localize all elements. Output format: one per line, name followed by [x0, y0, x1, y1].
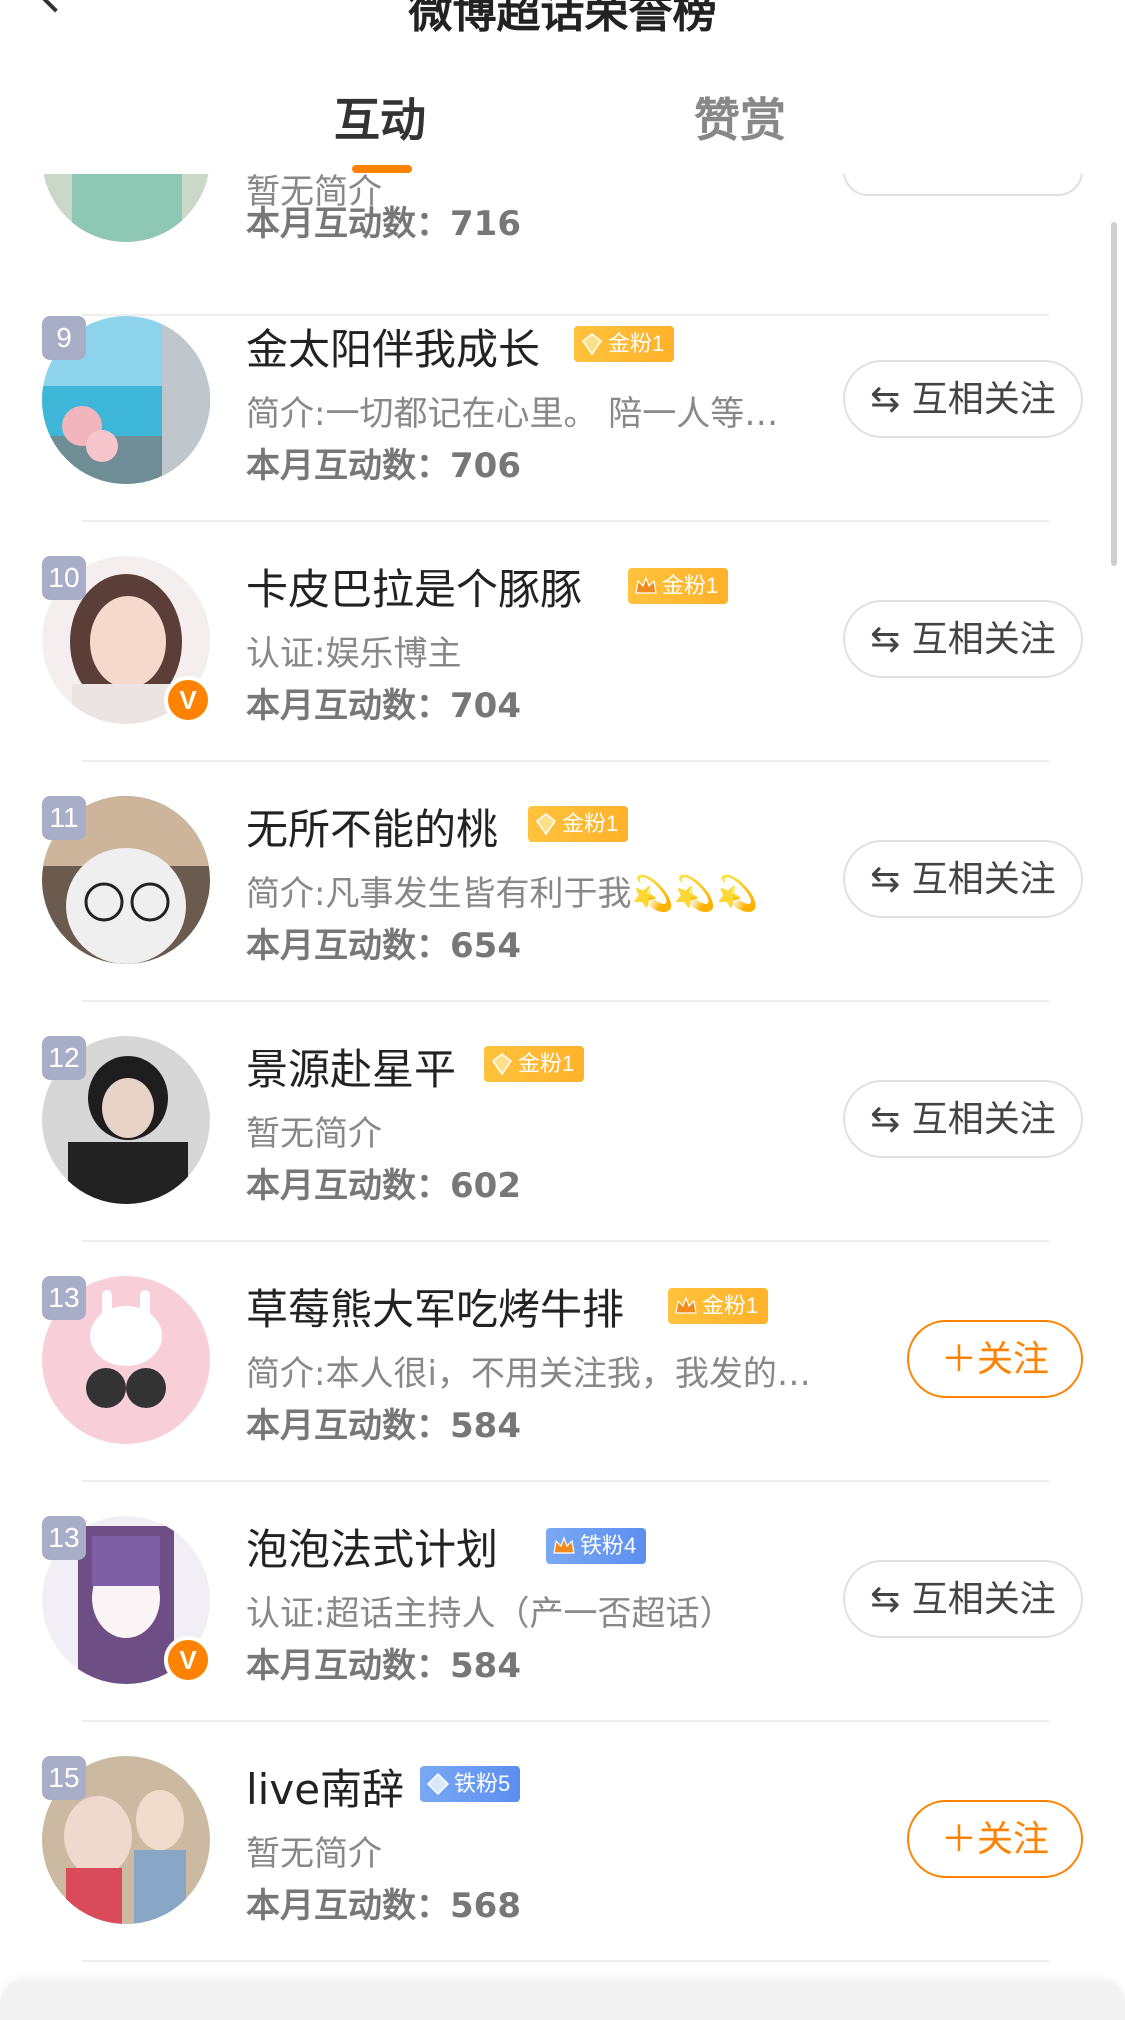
user-name[interactable]: 金太阳伴我成长 [246, 316, 540, 377]
user-bio: 简介:本人很i，不用关注我，我发的… [246, 1354, 811, 1394]
crown-icon [635, 576, 657, 594]
gold-fan-icon [581, 333, 603, 356]
interaction-count: 本月互动数：704 [246, 686, 521, 726]
fan-level-badge: 铁粉5 [420, 1766, 521, 1802]
list-item[interactable]: 11 无所不能的桃 金粉1 简介:凡事发生皆有利于我💫💫💫 本月互动数：654 … [0, 762, 1125, 1002]
fan-level-badge: 金粉1 [528, 806, 629, 842]
follow-button[interactable]: ＋关注 [907, 1800, 1083, 1878]
mutual-follow-button[interactable]: ⇆ 互相关注 [843, 1560, 1083, 1638]
interaction-count: 本月互动数：654 [246, 926, 521, 966]
rank-badge: 9 [42, 316, 86, 360]
verified-icon: V [164, 676, 212, 724]
user-name[interactable]: 草莓熊大军吃烤牛排 [246, 1276, 624, 1337]
user-name[interactable]: 卡皮巴拉是个豚豚 [246, 556, 582, 617]
interaction-count: 本月互动数：706 [246, 446, 521, 486]
divider [82, 1960, 1049, 1962]
rank-badge: 13 [42, 1276, 86, 1320]
rank-badge: 12 [42, 1036, 86, 1080]
mutual-follow-button[interactable]: ⇆ 互相关注 [843, 600, 1083, 678]
user-bio: 简介:一切都记在心里。 陪一人等… [246, 394, 779, 434]
verified-icon: V [164, 1636, 212, 1684]
mutual-follow-button[interactable]: ⇆ 互相关注 [843, 840, 1083, 918]
fan-level-badge: 金粉1 [628, 568, 729, 604]
fan-level-badge: 金粉1 [574, 326, 675, 362]
rank-badge: 11 [42, 796, 86, 840]
fan-level-badge: 金粉1 [484, 1046, 585, 1082]
gold-fan-icon [535, 813, 557, 836]
mutual-follow-button[interactable]: ⇆ 互相关注 [843, 1080, 1083, 1158]
mutual-follow-button[interactable]: ⇆ 互相关注 [843, 360, 1083, 438]
rank-badge: 10 [42, 556, 86, 600]
interaction-count: 本月互动数：584 [246, 1646, 521, 1686]
list-item[interactable]: 9 金太阳伴我成长 金粉1 简介:一切都记在心里。 陪一人等… 本月互动数：70… [0, 282, 1125, 522]
scrollbar[interactable] [1111, 222, 1117, 566]
list-item[interactable]: 12 景源赴星平 金粉1 暂无简介 本月互动数：602 ⇆ 互相关注 [0, 1002, 1125, 1242]
interaction-count: 本月互动数：584 [246, 1406, 521, 1446]
user-bio: 认证:超话主持人（产一否超话） [246, 1594, 734, 1634]
user-name[interactable]: live南辞 [246, 1756, 404, 1817]
list-item[interactable]: 15 live南辞 铁粉5 暂无简介 本月互动数：568 ＋关注 [0, 1722, 1125, 1962]
interaction-count: 本月互动数：716 [246, 204, 521, 244]
bottom-sheet-edge [0, 1980, 1125, 2020]
user-bio: 暂无简介 [246, 1834, 382, 1874]
follow-button[interactable]: ＋关注 [907, 1320, 1083, 1398]
diamond-icon [426, 1772, 450, 1796]
rank-badge: 15 [42, 1756, 86, 1800]
interaction-count: 本月互动数：602 [246, 1166, 521, 1206]
active-tab-indicator [352, 165, 412, 173]
ranking-list: 暂无简介 本月互动数：716 9 金太阳伴我成长 金粉1 简介:一切都记在心里。… [0, 0, 1125, 2000]
user-bio: 简介:凡事发生皆有利于我💫💫💫 [246, 874, 759, 914]
gold-fan-icon [491, 1053, 513, 1076]
tab-bar: 互动 赞赏 [0, 44, 1125, 174]
crown-icon [675, 1296, 697, 1314]
tab-interaction[interactable]: 互动 [334, 84, 426, 150]
rank-badge: 13 [42, 1516, 86, 1560]
top-bar: 微博超话荣誉榜 [0, 0, 1125, 45]
fan-level-badge: 金粉1 [668, 1288, 769, 1324]
user-name[interactable]: 泡泡法式计划 [246, 1516, 498, 1577]
list-item[interactable]: 13 V 泡泡法式计划 铁粉4 认证:超话主持人（产一否超话） 本月互动数：58… [0, 1482, 1125, 1722]
user-bio: 认证:娱乐博主 [246, 634, 462, 674]
crown-icon [553, 1536, 575, 1554]
fan-level-badge: 铁粉4 [546, 1528, 647, 1564]
user-name[interactable]: 景源赴星平 [246, 1036, 456, 1097]
list-item[interactable]: 13 草莓熊大军吃烤牛排 金粉1 简介:本人很i，不用关注我，我发的… 本月互动… [0, 1242, 1125, 1482]
list-item[interactable]: 10 V 卡皮巴拉是个豚豚 金粉1 认证:娱乐博主 本月互动数：704 ⇆ 互相… [0, 522, 1125, 762]
user-bio: 暂无简介 [246, 1114, 382, 1154]
tab-appreciation[interactable]: 赞赏 [694, 84, 786, 150]
page-title: 微博超话荣誉榜 [408, 0, 717, 38]
interaction-count: 本月互动数：568 [246, 1886, 521, 1926]
user-name[interactable]: 无所不能的桃 [246, 796, 498, 857]
